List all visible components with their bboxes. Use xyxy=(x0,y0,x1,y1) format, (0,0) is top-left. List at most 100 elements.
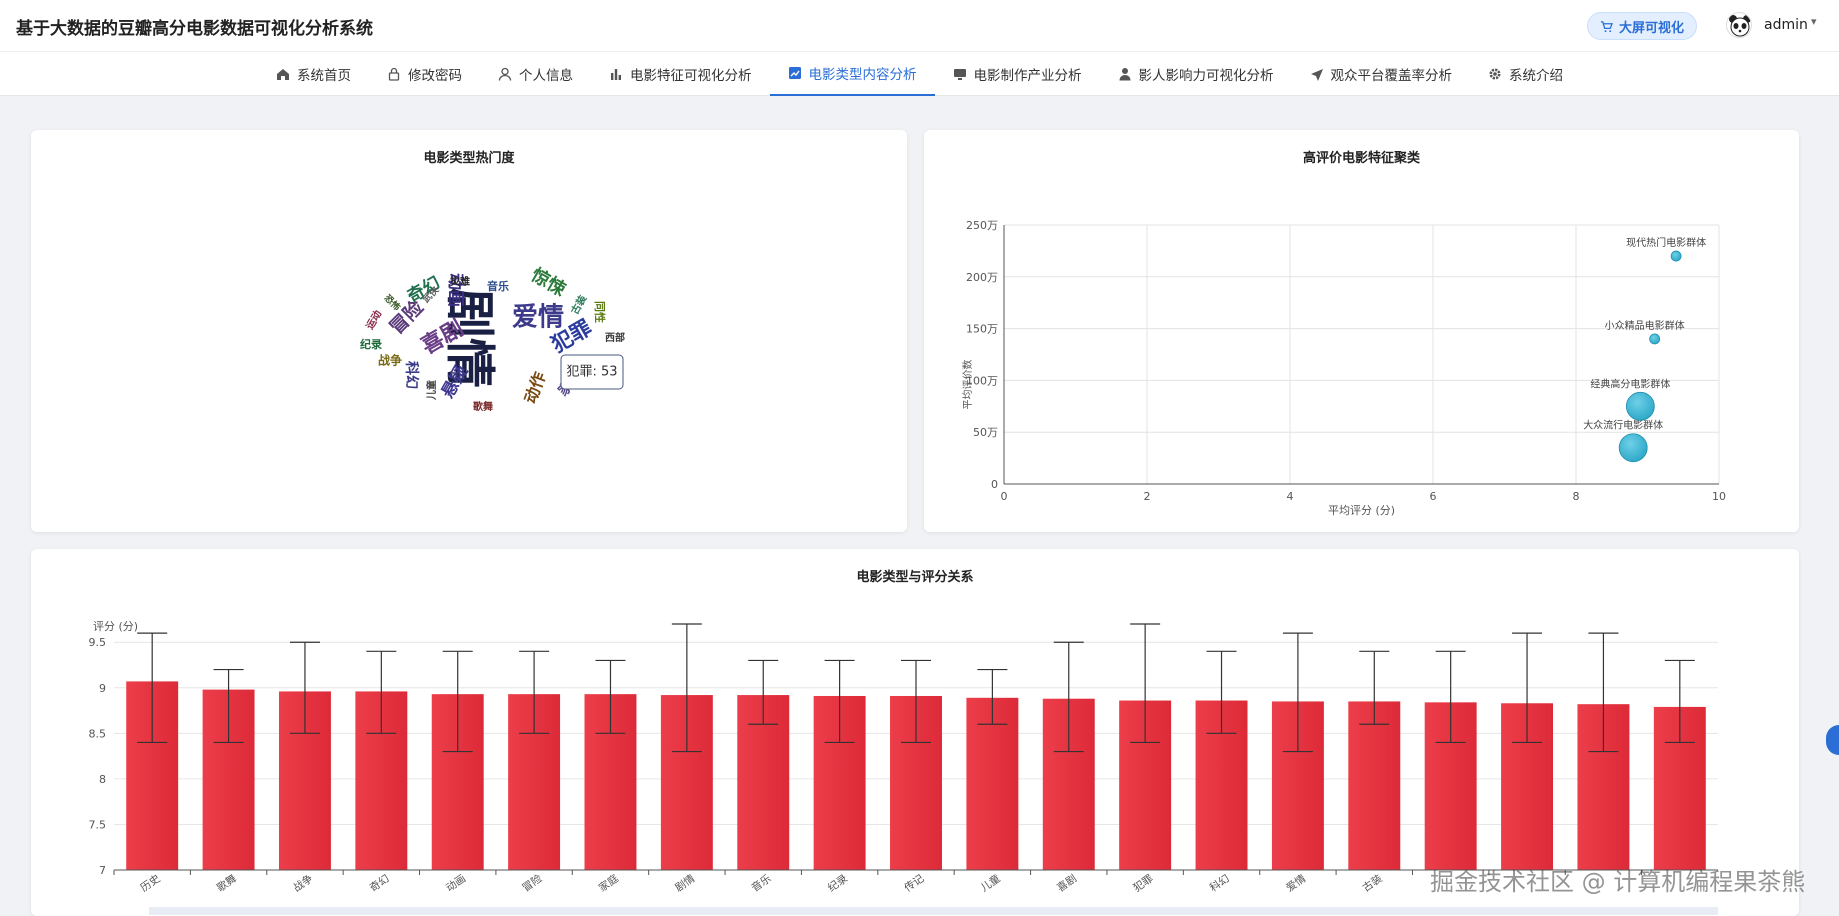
nav-item-label: 观众平台覆盖率分析 xyxy=(1330,68,1453,84)
top-bar: 基于大数据的豆瓣高分电影数据可视化分析系统 大屏可视化 admin ▾ xyxy=(0,0,1839,52)
person-icon xyxy=(1119,68,1130,81)
wordcloud-word[interactable]: 音乐 xyxy=(487,279,509,293)
user-name[interactable]: admin xyxy=(1764,17,1808,33)
scatter-point[interactable] xyxy=(1649,333,1661,345)
wordcloud-word[interactable]: 儿童 xyxy=(425,380,438,401)
scatter-point-label: 小众精品电影群体 xyxy=(1605,319,1685,332)
nav-item-2[interactable]: 修改密码 xyxy=(369,52,480,96)
wordcloud-tooltip-text: 犯罪: 53 xyxy=(566,365,617,380)
scatter-point[interactable] xyxy=(1625,391,1655,421)
avatar[interactable] xyxy=(1726,12,1752,38)
scatter-xtick-label: 8 xyxy=(1573,490,1580,503)
nav-item-label: 修改密码 xyxy=(408,68,462,84)
nav-item-4[interactable]: 电影特征可视化分析 xyxy=(591,52,770,96)
wordcloud-word[interactable]: 同性 xyxy=(593,301,607,323)
lock-icon xyxy=(388,67,400,81)
wordcloud-word[interactable]: 惊悚 xyxy=(527,264,570,302)
wordcloud-word[interactable]: 灾难 xyxy=(450,275,470,288)
scatter-card: 高评价电影特征聚类 0 50万 100万 150万 200万 250万 0 2 4 6 8 10 平均评… xyxy=(924,130,1799,532)
wordcloud-word[interactable]: 歌舞 xyxy=(473,400,493,413)
scatter-ytick-label: 0 xyxy=(991,478,998,491)
nav-item-7[interactable]: 影人影响力可视化分析 xyxy=(1100,52,1292,96)
scatter-point-label: 现代热门电影群体 xyxy=(1626,236,1706,249)
nav-item-3[interactable]: 个人信息 xyxy=(480,52,591,96)
scatter-point-label: 大众流行电影群体 xyxy=(1583,419,1663,432)
bar-xtick-label: 儿童 xyxy=(978,871,1003,894)
scatter-point-label: 经典高分电影群体 xyxy=(1590,377,1670,390)
nav-item-label: 电影制作产业分析 xyxy=(973,68,1082,84)
side-collapse-tab[interactable] xyxy=(1826,725,1839,755)
nav-item-9[interactable]: 系统介绍 xyxy=(1470,52,1581,96)
scatter-x-axis-label: 平均评分 (分) xyxy=(1328,504,1395,517)
nav-item-8[interactable]: 观众平台覆盖率分析 xyxy=(1292,52,1471,96)
bar-xtick-label: 战争 xyxy=(291,871,316,894)
nav-item-label: 系统介绍 xyxy=(1509,68,1563,84)
home-icon xyxy=(277,69,289,80)
scatter-xtick-label: 4 xyxy=(1287,490,1294,503)
cart-icon xyxy=(1600,20,1613,32)
wordcloud[interactable]: 剧情爱情犯罪喜剧动画惊悚冒险奇幻悬疑动作家庭科幻战争纪录音乐灾难古装同性西部儿童… xyxy=(31,130,907,532)
bar-xtick-label: 犯罪 xyxy=(1131,873,1155,895)
wordcloud-word[interactable]: 爱情 xyxy=(512,303,564,333)
bar-card: 电影类型与评分关系 7 7.5 8 8.5 9 9.5 评分 (分) 历史 歌舞 战争 奇幻 动画 冒险… xyxy=(31,549,1799,916)
scatter-ytick-label: 250万 xyxy=(966,219,998,232)
bar-xtick-label: 爱情 xyxy=(1284,871,1309,894)
area-chart-icon xyxy=(788,67,801,79)
scatter-xtick-label: 6 xyxy=(1430,490,1437,503)
data-zoom-slider[interactable] xyxy=(149,907,1718,915)
panda-icon xyxy=(1729,15,1751,37)
nav-item-1[interactable]: 系统首页 xyxy=(258,52,369,96)
bar-ytick-label: 7.5 xyxy=(89,818,107,831)
wordcloud-word[interactable]: 战争 xyxy=(378,353,402,368)
nav-item-label: 个人信息 xyxy=(519,68,573,84)
app-title: 基于大数据的豆瓣高分电影数据可视化分析系统 xyxy=(16,19,373,39)
nav-item-label: 影人影响力可视化分析 xyxy=(1138,68,1274,84)
nav-item-label: 电影特征可视化分析 xyxy=(630,68,752,84)
wordcloud-word[interactable]: 纪录 xyxy=(360,337,382,351)
wordcloud-card: 电影类型热门度 剧情爱情犯罪喜剧动画惊悚冒险奇幻悬疑动作家庭科幻战争纪录音乐灾难… xyxy=(31,130,907,532)
scatter-point[interactable] xyxy=(1670,250,1682,262)
send-icon xyxy=(1310,69,1323,81)
bigscreen-button[interactable]: 大屏可视化 xyxy=(1587,12,1697,40)
scatter-xtick-label: 10 xyxy=(1712,490,1726,503)
bar-chart-icon xyxy=(611,69,621,80)
wordcloud-tooltip: 犯罪: 53 xyxy=(560,354,624,390)
bar-chart[interactable]: 7 7.5 8 8.5 9 9.5 评分 (分) 历史 歌舞 战争 奇幻 动画 冒险 家庭 剧情 音乐 纪录 传记… xyxy=(31,549,1799,916)
scatter-chart[interactable]: 050万100万150万200万250万0 2 4 6 8 10平均评分 (分)平均评价数… xyxy=(924,130,1799,532)
wordcloud-word[interactable]: 动作 xyxy=(521,369,550,406)
monitor-icon xyxy=(953,69,966,80)
chevron-down-icon[interactable]: ▾ xyxy=(1811,15,1817,28)
bar-xtick-label: 剧情 xyxy=(673,871,698,894)
bar-ytick-label: 9.5 xyxy=(89,636,107,649)
scatter-ytick-label: 50万 xyxy=(973,426,998,439)
bar-ytick-label: 7 xyxy=(99,864,106,877)
scatter-y-axis-label: 平均评价数 xyxy=(961,360,974,410)
bar-ytick-label: 8.5 xyxy=(89,727,107,740)
nav-item-label: 系统首页 xyxy=(297,68,351,84)
scatter-ytick-label: 150万 xyxy=(966,323,998,336)
bar-xtick-label: 喜剧 xyxy=(1054,872,1079,895)
bar-xtick-label: 古装 xyxy=(1360,871,1385,894)
bar-xtick-label: 歌舞 xyxy=(214,872,239,895)
bar[interactable] xyxy=(1348,701,1401,870)
bar-xtick-label: 科幻 xyxy=(1207,872,1232,895)
bar-y-axis-label: 评分 (分) xyxy=(93,620,138,633)
nav-item-label: 电影类型内容分析 xyxy=(808,67,917,83)
watermark: 掘金技术社区 @ 计算机编程果茶熊 xyxy=(1430,868,1806,896)
scatter-xtick-label: 2 xyxy=(1144,490,1151,503)
wordcloud-word[interactable]: 科幻 xyxy=(403,361,420,389)
nav-item-5[interactable]: 电影类型内容分析 xyxy=(769,52,935,96)
bigscreen-label: 大屏可视化 xyxy=(1618,20,1684,36)
wordcloud-word[interactable]: 运动 xyxy=(363,308,384,332)
gear-icon xyxy=(1489,68,1501,80)
user-icon xyxy=(498,67,512,81)
bar-xtick-label: 音乐 xyxy=(749,871,774,894)
wordcloud-word[interactable]: 古装 xyxy=(568,293,589,317)
bar-ytick-label: 8 xyxy=(99,773,106,786)
scatter-ytick-label: 200万 xyxy=(966,271,998,284)
scatter-point[interactable] xyxy=(1618,433,1648,463)
nav-item-6[interactable]: 电影制作产业分析 xyxy=(935,52,1100,96)
wordcloud-word[interactable]: 西部 xyxy=(605,331,625,344)
main-nav: 系统首页 修改密码 个人信息 电影特征可视化分析 电影类型内容分析 电影制作产业分析 影人影… xyxy=(0,52,1839,96)
bar-xtick-label: 家庭 xyxy=(596,871,621,894)
